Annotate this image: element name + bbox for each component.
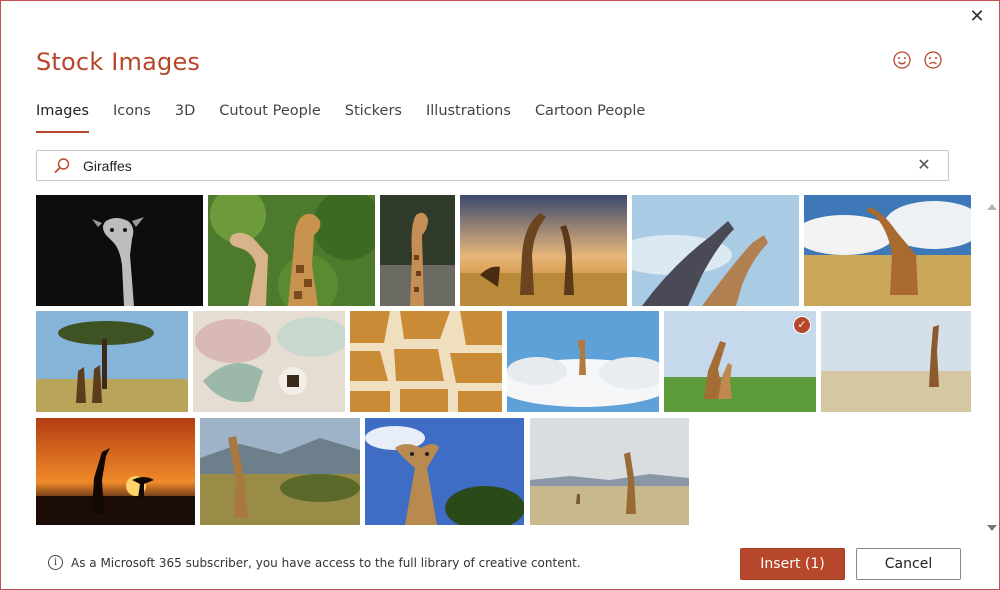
image-result[interactable] <box>36 311 188 412</box>
selected-check-icon: ✓ <box>793 316 811 334</box>
tab-images[interactable]: Images <box>36 101 89 133</box>
tab-cartoon-people[interactable]: Cartoon People <box>535 101 645 133</box>
image-result[interactable] <box>36 418 195 525</box>
image-result[interactable] <box>200 418 360 525</box>
image-results-grid: ✓ <box>36 195 971 525</box>
subscriber-info: i As a Microsoft 365 subscriber, you hav… <box>48 555 581 570</box>
image-result[interactable] <box>380 195 455 306</box>
image-result[interactable] <box>632 195 799 306</box>
search-box: ✕ <box>36 150 949 181</box>
frown-feedback-icon[interactable] <box>923 50 943 70</box>
image-result[interactable] <box>350 311 502 412</box>
image-result[interactable] <box>36 195 203 306</box>
image-result[interactable] <box>821 311 971 412</box>
image-result[interactable] <box>507 311 659 412</box>
clear-search-button[interactable]: ✕ <box>914 156 934 176</box>
smile-feedback-icon[interactable] <box>892 50 912 70</box>
subscriber-info-text: As a Microsoft 365 subscriber, you have … <box>71 555 581 570</box>
close-button[interactable]: ✕ <box>965 5 989 27</box>
insert-button[interactable]: Insert (1) <box>740 548 845 580</box>
stock-images-dialog: ✕ Stock Images Images Icons 3D Cutout Pe… <box>0 0 1000 590</box>
image-result[interactable] <box>804 195 971 306</box>
tab-illustrations[interactable]: Illustrations <box>426 101 511 133</box>
search-input[interactable] <box>83 155 903 177</box>
image-result[interactable] <box>365 418 524 525</box>
image-result[interactable]: ✓ <box>664 311 816 412</box>
scroll-up-arrow-icon[interactable] <box>987 197 997 210</box>
tab-stickers[interactable]: Stickers <box>345 101 402 133</box>
scroll-down-arrow-icon[interactable] <box>987 520 997 531</box>
cancel-button[interactable]: Cancel <box>856 548 961 580</box>
info-icon: i <box>48 555 63 570</box>
image-result[interactable] <box>208 195 375 306</box>
tab-3d[interactable]: 3D <box>175 101 195 133</box>
category-tabs: Images Icons 3D Cutout People Stickers I… <box>36 101 669 133</box>
tab-icons[interactable]: Icons <box>113 101 151 133</box>
tab-cutout-people[interactable]: Cutout People <box>219 101 321 133</box>
image-result[interactable] <box>460 195 627 306</box>
image-result[interactable] <box>530 418 689 525</box>
image-result[interactable] <box>193 311 345 412</box>
dialog-title: Stock Images <box>36 48 201 76</box>
search-icon <box>53 157 71 175</box>
